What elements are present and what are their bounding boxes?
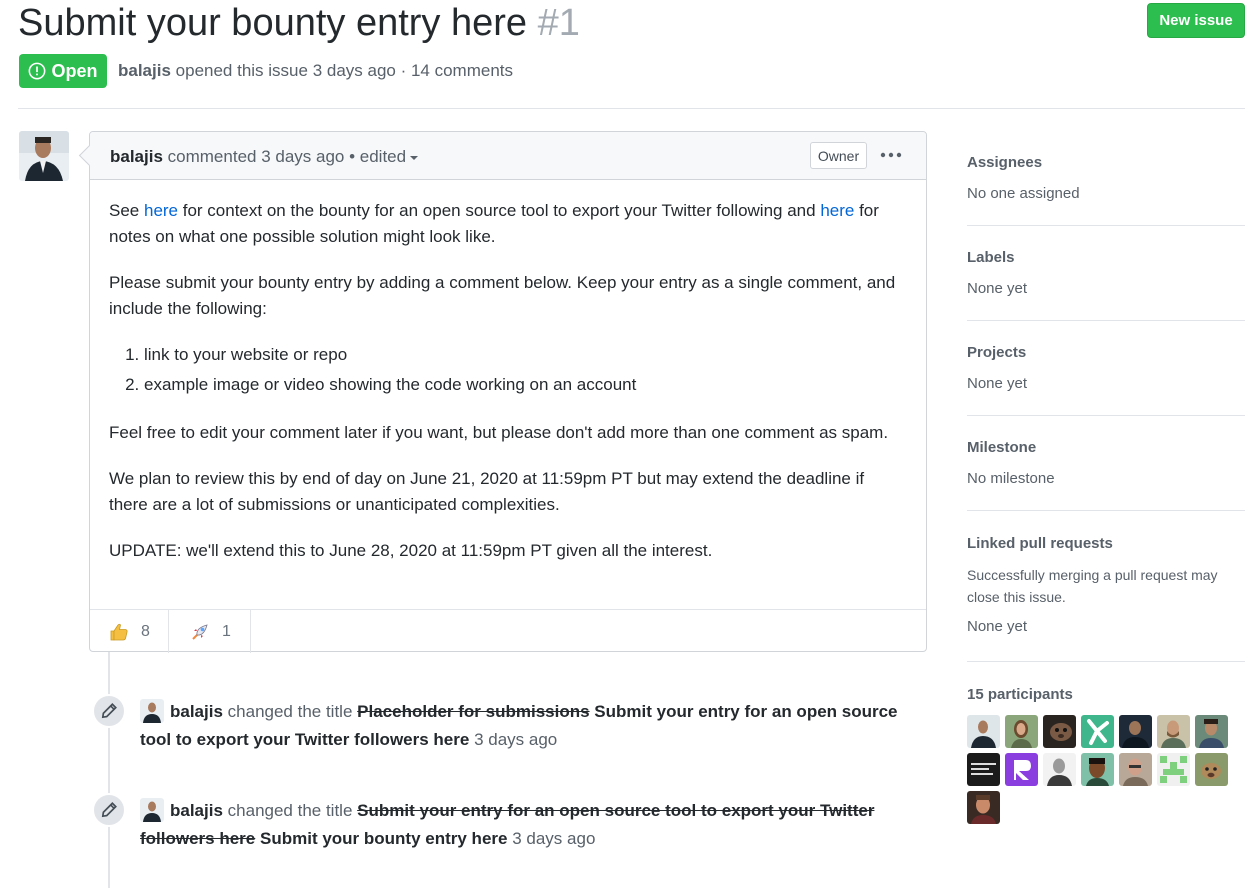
event-actor-link[interactable]: balajis: [170, 702, 223, 721]
participant-avatar[interactable]: [1005, 753, 1038, 786]
issue-title-text: Submit your bounty entry here: [18, 2, 528, 44]
comment-action[interactable]: commented 3 days ago • edited: [168, 147, 406, 166]
event-action: changed the title: [227, 702, 353, 721]
reaction-thumbs-up-button[interactable]: 8: [90, 610, 169, 653]
kebab-horizontal-icon: [880, 152, 902, 158]
participant-avatar[interactable]: [1119, 715, 1152, 748]
participant-avatar[interactable]: [967, 715, 1000, 748]
timeline-event: balajis changed the title Submit your en…: [140, 797, 930, 853]
reaction-count: 8: [141, 622, 150, 640]
assignees-heading[interactable]: Assignees: [967, 154, 1245, 171]
context-link[interactable]: here: [144, 201, 178, 220]
participant-avatar[interactable]: [967, 753, 1000, 786]
comment-paragraph: See here for context on the bounty for a…: [109, 198, 899, 250]
milestone-value: No milestone: [967, 470, 1055, 487]
rocket-icon: [192, 623, 208, 640]
projects-value: None yet: [967, 375, 1028, 392]
comment-paragraph: We plan to review this by end of day on …: [109, 469, 865, 514]
issue-number: #1: [537, 2, 580, 44]
linked-prs-value: None yet: [967, 618, 1028, 635]
event-actor-avatar[interactable]: [140, 699, 164, 723]
event-actor-avatar[interactable]: [140, 798, 164, 822]
comment-paragraph: UPDATE: we'll extend this to June 28, 20…: [109, 541, 713, 560]
event-actor-link[interactable]: balajis: [170, 801, 223, 820]
participant-avatar[interactable]: [1119, 753, 1152, 786]
linked-prs-note: Successfully merging a pull request may …: [967, 567, 1218, 605]
list-item: link to your website or repo: [144, 340, 899, 370]
sidebar-divider: [967, 510, 1245, 511]
issue-title: Submit your bounty entry here #1: [18, 2, 580, 45]
list-item: example image or video showing the code …: [144, 370, 899, 400]
issue-state-badge: Open: [19, 54, 107, 88]
new-issue-button[interactable]: New issue: [1147, 3, 1245, 38]
participant-avatar[interactable]: [1043, 715, 1076, 748]
sidebar-divider: [967, 320, 1245, 321]
projects-section[interactable]: Projects None yet: [967, 344, 1245, 392]
issue-comment: balajis commented 3 days ago • edited Ow…: [89, 131, 927, 653]
reaction-rocket-button[interactable]: 1: [169, 610, 251, 653]
reactions-bar: 8 1: [90, 609, 926, 653]
comment-author-link[interactable]: balajis: [110, 147, 163, 166]
labels-heading[interactable]: Labels: [967, 249, 1245, 266]
comment-header: balajis commented 3 days ago • edited Ow…: [90, 132, 926, 180]
pencil-icon: [101, 703, 117, 719]
sidebar-divider: [967, 415, 1245, 416]
issue-opened-text: opened this issue 3 days ago · 14 commen…: [175, 61, 514, 80]
participants-heading: 15 participants: [967, 686, 1073, 703]
timeline-event: balajis changed the title Placeholder fo…: [140, 698, 930, 754]
reaction-count: 1: [222, 622, 231, 640]
issue-author-link[interactable]: balajis: [118, 61, 171, 80]
participant-avatar[interactable]: [1043, 753, 1076, 786]
comment-author-avatar[interactable]: [19, 131, 69, 181]
timeline-event-badge: [92, 793, 126, 827]
participant-avatar[interactable]: [1195, 715, 1228, 748]
projects-heading[interactable]: Projects: [967, 344, 1245, 361]
milestone-heading[interactable]: Milestone: [967, 439, 1245, 456]
issue-meta: balajis opened this issue 3 days ago · 1…: [118, 61, 513, 81]
issue-state-label: Open: [51, 60, 98, 81]
participant-avatar[interactable]: [1005, 715, 1038, 748]
comment-options-button[interactable]: [878, 144, 904, 166]
text-segment: for context on the bounty for an open so…: [178, 201, 821, 220]
linked-pull-requests-section: Linked pull requests Successfully mergin…: [967, 535, 1245, 635]
labels-section[interactable]: Labels None yet: [967, 249, 1245, 297]
linked-prs-heading: Linked pull requests: [967, 535, 1113, 552]
assignees-value: No one assigned: [967, 185, 1080, 202]
comment-body: See here for context on the bounty for a…: [109, 198, 899, 584]
text-segment: See: [109, 201, 144, 220]
participant-avatar[interactable]: [1157, 715, 1190, 748]
issue-opened-icon: [29, 62, 46, 80]
sidebar-divider: [967, 225, 1245, 226]
comment-paragraph: Feel free to edit your comment later if …: [109, 423, 889, 442]
event-time[interactable]: 3 days ago: [512, 829, 595, 848]
participant-avatar[interactable]: [1081, 753, 1114, 786]
timeline-line: [108, 652, 110, 888]
chevron-down-icon[interactable]: [410, 155, 419, 160]
solution-notes-link[interactable]: here: [820, 201, 854, 220]
event-action: changed the title: [227, 801, 353, 820]
participants-grid: [967, 715, 1237, 824]
comment-paragraph: Please submit your bounty entry by addin…: [109, 273, 896, 318]
timeline-event-badge: [92, 694, 126, 728]
thumbs-up-icon: [110, 623, 128, 640]
requirements-list: link to your website or repo example ima…: [144, 340, 899, 400]
old-title: Placeholder for submissions: [357, 702, 590, 721]
assignees-section[interactable]: Assignees No one assigned: [967, 154, 1245, 202]
comment-meta: balajis commented 3 days ago • edited: [110, 147, 419, 167]
labels-value: None yet: [967, 280, 1028, 297]
participant-avatar[interactable]: [967, 791, 1000, 824]
header-divider: [18, 108, 1245, 109]
participants-section: 15 participants: [967, 686, 1237, 824]
event-time[interactable]: 3 days ago: [474, 730, 557, 749]
pencil-icon: [101, 802, 117, 818]
owner-label: Owner: [810, 142, 867, 169]
participant-avatar[interactable]: [1195, 753, 1228, 786]
new-title: Submit your bounty entry here: [260, 829, 508, 848]
participant-avatar[interactable]: [1081, 715, 1114, 748]
milestone-section[interactable]: Milestone No milestone: [967, 439, 1245, 487]
participant-avatar[interactable]: [1157, 753, 1190, 786]
sidebar-divider: [967, 661, 1245, 662]
